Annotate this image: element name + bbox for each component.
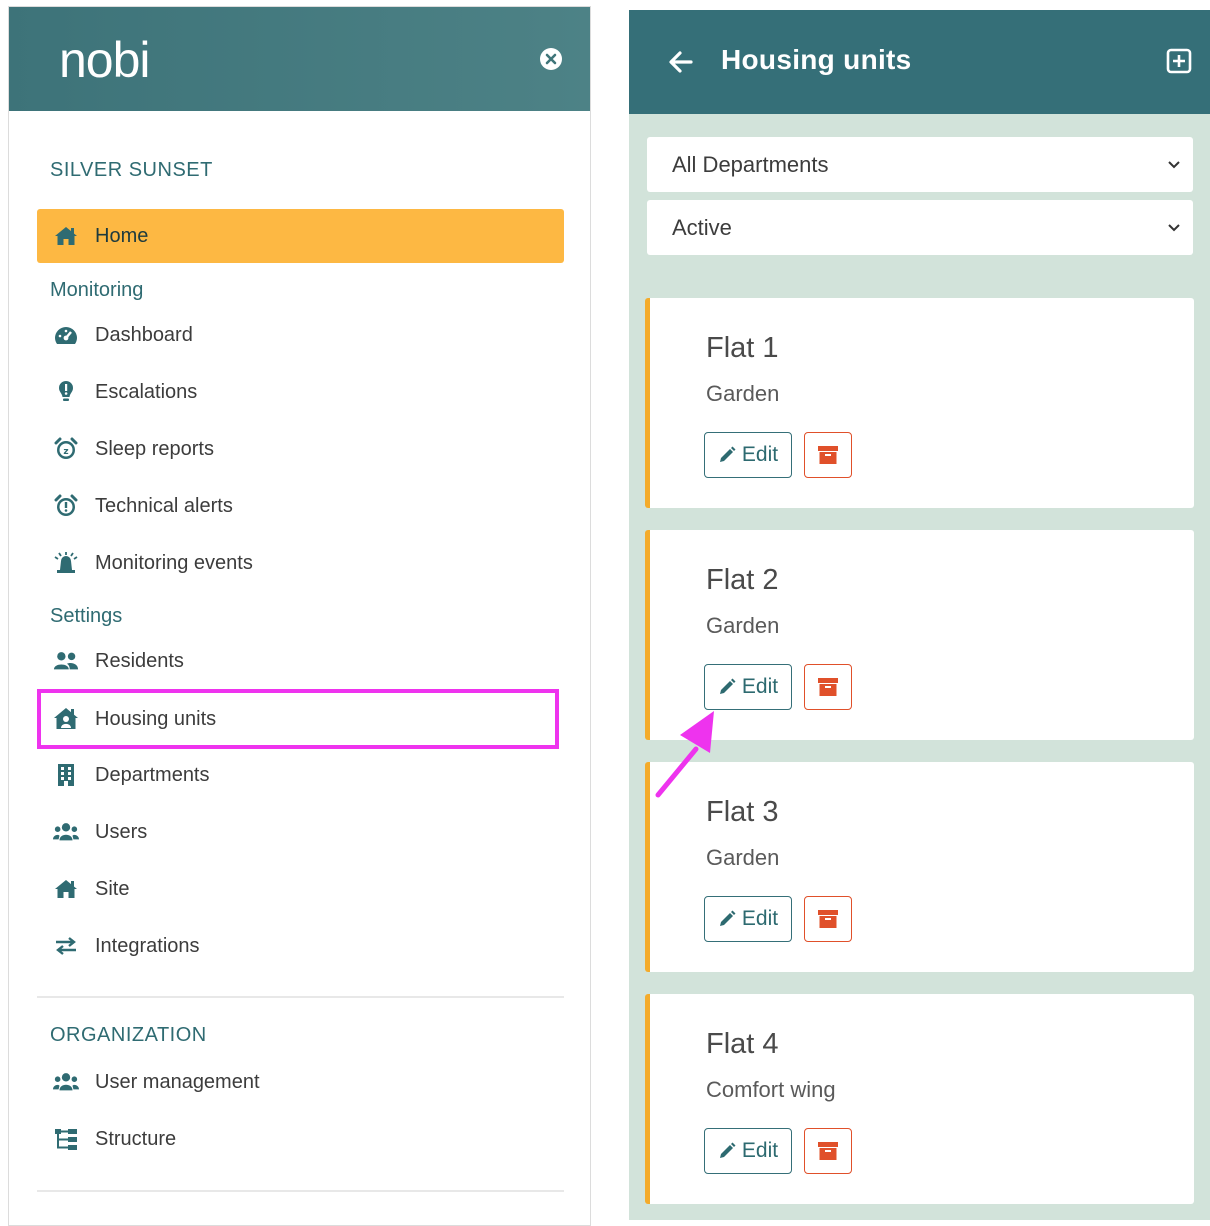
- annotation-arrow-icon: [655, 711, 714, 798]
- sidebar-item-label: Home: [95, 224, 149, 247]
- flat-area: Garden: [706, 613, 780, 638]
- edit-label: Edit: [741, 907, 779, 930]
- sidebar-item-label: Residents: [95, 649, 184, 672]
- sidebar-item-user-management[interactable]: User management: [37, 1055, 564, 1109]
- exclamation-bulb-icon: [53, 379, 79, 405]
- alarm-clock-alert-icon: [53, 493, 79, 519]
- edit-label: Edit: [741, 1139, 779, 1162]
- dashboard-icon: [53, 322, 79, 348]
- sidebar-item-monitoring-events[interactable]: Monitoring events: [37, 536, 564, 590]
- edit-label: Edit: [741, 443, 779, 466]
- page-header: Housing units: [629, 10, 1210, 114]
- org-name: SILVER SUNSET: [50, 159, 213, 181]
- sidebar-item-label: User management: [95, 1070, 260, 1093]
- pencil-icon: [719, 678, 736, 694]
- sidebar-item-technical-alerts[interactable]: Technical alerts: [37, 479, 564, 533]
- flat-area: Garden: [706, 845, 780, 870]
- siren-icon: [53, 550, 79, 576]
- users-icon: [53, 1069, 79, 1095]
- sidebar-item-sleep-reports[interactable]: z Sleep reports: [37, 422, 564, 476]
- building-icon: [53, 762, 79, 788]
- sidebar-item-site[interactable]: Site: [37, 862, 564, 916]
- monitoring-group-title: Monitoring: [50, 279, 144, 301]
- flat-area: Comfort wing: [706, 1077, 836, 1102]
- people-icon: [53, 648, 79, 674]
- house-user-icon: [53, 706, 79, 732]
- housing-unit-card: Flat 1 Garden Edit: [645, 298, 1194, 508]
- divider: [37, 1190, 564, 1192]
- sidebar-item-label: Technical alerts: [95, 494, 233, 517]
- sidebar-item-label: Dashboard: [95, 323, 193, 346]
- department-filter-select[interactable]: All Departments: [647, 137, 1193, 192]
- archive-icon: [818, 1142, 838, 1160]
- sidebar-item-residents[interactable]: Residents: [37, 634, 564, 688]
- flat-name: Flat 4: [706, 1028, 779, 1060]
- home-icon: [53, 223, 79, 249]
- sidebar-item-home[interactable]: Home: [37, 209, 564, 263]
- department-filter-value: All Departments: [672, 151, 829, 177]
- sidebar-item-label: Departments: [95, 763, 210, 786]
- edit-button[interactable]: Edit: [704, 1128, 792, 1174]
- sidebar-panel: nobi SILVER SUNSET Home Monitoring Dashb…: [8, 6, 591, 1226]
- edit-label: Edit: [741, 675, 779, 698]
- users-icon: [53, 819, 79, 845]
- alarm-clock-icon: z: [53, 436, 79, 462]
- edit-button[interactable]: Edit: [704, 432, 792, 478]
- archive-button[interactable]: [804, 432, 852, 478]
- archive-icon: [818, 910, 838, 928]
- status-filter-select[interactable]: Active: [647, 200, 1193, 255]
- sitemap-icon: [53, 1126, 79, 1152]
- home-icon: [53, 876, 79, 902]
- divider: [37, 996, 564, 998]
- sidebar-item-housing-units[interactable]: Housing units: [37, 689, 559, 749]
- sidebar-item-structure[interactable]: Structure: [37, 1112, 564, 1166]
- sidebar-item-escalations[interactable]: Escalations: [37, 365, 564, 419]
- sidebar-item-label: Housing units: [95, 707, 217, 730]
- sidebar-item-label: Integrations: [95, 934, 200, 957]
- status-filter-value: Active: [672, 214, 732, 240]
- flat-name: Flat 2: [706, 564, 779, 596]
- settings-group-title: Settings: [50, 605, 123, 627]
- archive-icon: [818, 446, 838, 464]
- sidebar-item-label: Monitoring events: [95, 551, 253, 574]
- close-icon[interactable]: [539, 47, 563, 71]
- sidebar-item-label: Sleep reports: [95, 437, 214, 460]
- edit-button[interactable]: Edit: [704, 664, 792, 710]
- sidebar-item-users[interactable]: Users: [37, 805, 564, 859]
- organization-title: ORGANIZATION: [50, 1024, 207, 1046]
- pencil-icon: [719, 446, 736, 462]
- pencil-icon: [719, 1142, 736, 1158]
- exchange-icon: [53, 933, 79, 959]
- archive-button[interactable]: [804, 664, 852, 710]
- archive-button[interactable]: [804, 1128, 852, 1174]
- housing-units-panel: Housing units All Departments Active Fla…: [629, 10, 1210, 1220]
- archive-icon: [818, 678, 838, 696]
- pencil-icon: [719, 910, 736, 926]
- flat-area: Garden: [706, 381, 780, 406]
- archive-button[interactable]: [804, 896, 852, 942]
- back-arrow-icon[interactable]: [667, 48, 695, 76]
- sidebar-item-integrations[interactable]: Integrations: [37, 919, 564, 973]
- chevron-down-icon: [1168, 160, 1180, 168]
- page-title: Housing units: [721, 44, 912, 75]
- sidebar-item-departments[interactable]: Departments: [37, 748, 564, 802]
- nobi-logo[interactable]: nobi: [59, 31, 151, 89]
- edit-button[interactable]: Edit: [704, 896, 792, 942]
- sidebar-item-label: Users: [95, 820, 148, 843]
- sidebar-header: nobi: [9, 7, 590, 111]
- flat-name: Flat 1: [706, 332, 779, 364]
- sidebar-item-label: Site: [95, 877, 130, 900]
- svg-text:z: z: [63, 447, 68, 457]
- chevron-down-icon: [1168, 223, 1180, 231]
- sidebar-item-dashboard[interactable]: Dashboard: [37, 308, 564, 362]
- sidebar-item-label: Escalations: [95, 380, 198, 403]
- add-square-icon[interactable]: [1166, 48, 1192, 74]
- housing-unit-card: Flat 4 Comfort wing Edit: [645, 994, 1194, 1204]
- sidebar-item-label: Structure: [95, 1127, 177, 1150]
